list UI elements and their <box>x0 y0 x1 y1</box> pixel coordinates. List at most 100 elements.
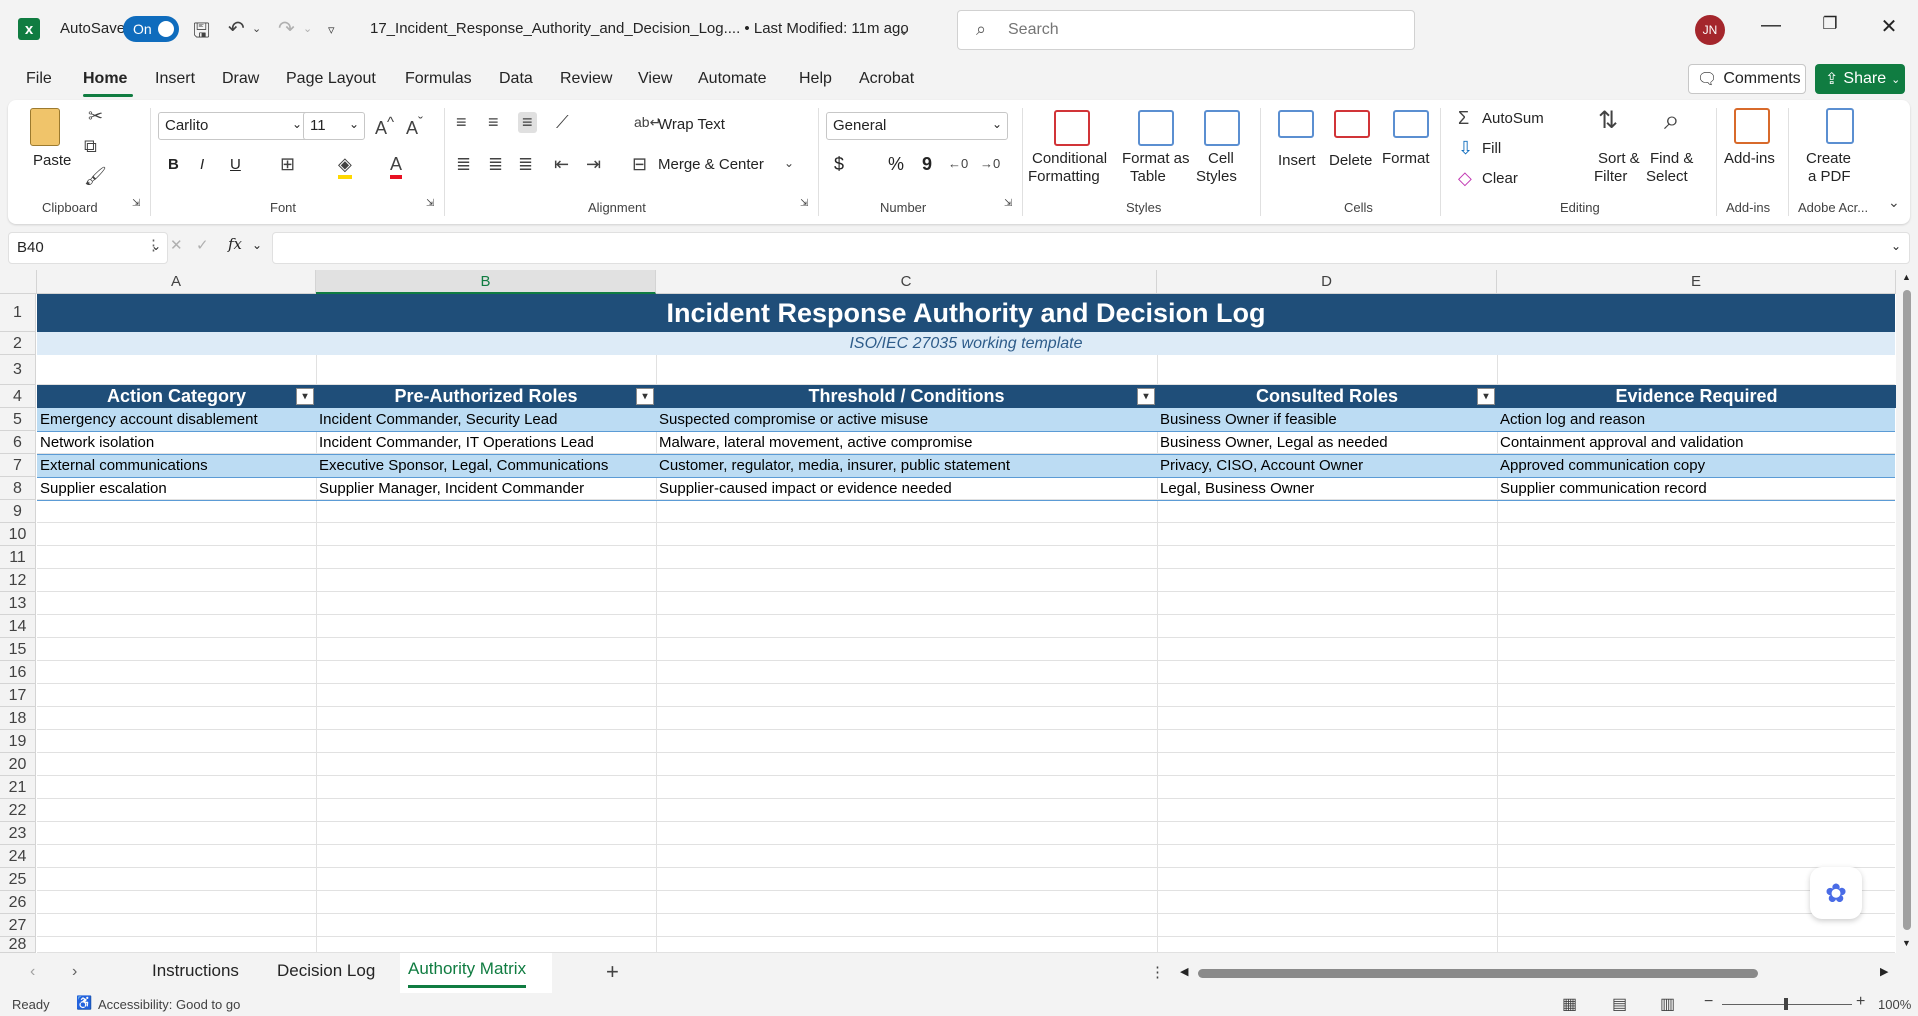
create-pdf-button[interactable]: Create <box>1806 150 1851 167</box>
row-header[interactable]: 7 <box>0 454 36 477</box>
bold-button[interactable]: B <box>168 156 179 173</box>
conditional-formatting-button[interactable]: Conditional <box>1032 150 1107 167</box>
tab-automate[interactable]: Automate <box>698 70 766 88</box>
restore-icon[interactable]: ❐ <box>1815 14 1845 34</box>
italic-button[interactable]: I <box>200 156 204 173</box>
column-header-d[interactable]: D <box>1157 270 1497 294</box>
row-header[interactable]: 11 <box>0 546 36 569</box>
formula-input[interactable]: ⌄ <box>272 232 1910 264</box>
header-cell[interactable]: Threshold / Conditions ▾ <box>656 385 1157 408</box>
table-cell[interactable]: Suspected compromise or active misuse <box>656 408 1157 431</box>
table-cell[interactable]: Network isolation <box>37 431 316 454</box>
row-header[interactable]: 22 <box>0 799 36 822</box>
underline-button[interactable]: U <box>230 156 241 173</box>
title-chevron-icon[interactable]: ⌄ <box>898 22 910 39</box>
zoom-slider-thumb[interactable] <box>1784 998 1788 1010</box>
redo-dropdown-icon[interactable]: ⌄ <box>303 22 312 35</box>
column-header-a[interactable]: A <box>37 270 316 294</box>
more-options-icon[interactable]: ⋮ <box>146 236 161 254</box>
row-header[interactable]: 3 <box>0 355 36 385</box>
sort-filter-button[interactable]: Sort & <box>1598 150 1640 167</box>
sheet-tab-decision-log[interactable]: Decision Log <box>277 961 375 981</box>
decrease-indent-icon[interactable]: ⇤ <box>554 154 569 175</box>
customize-toolbar-icon[interactable]: ▿ <box>328 22 335 38</box>
merge-center-button[interactable]: Merge & Center <box>658 156 764 173</box>
header-cell[interactable]: Consulted Roles ▾ <box>1157 385 1497 408</box>
undo-dropdown-icon[interactable]: ⌄ <box>252 22 261 35</box>
filter-dropdown-icon[interactable]: ▾ <box>1477 388 1495 405</box>
tab-file[interactable]: File <box>26 70 52 88</box>
decrease-font-icon[interactable]: Aˇ <box>406 114 423 139</box>
column-header-e[interactable]: E <box>1497 270 1896 294</box>
row-header[interactable]: 17 <box>0 684 36 707</box>
select-all-corner[interactable] <box>0 270 37 294</box>
table-cell[interactable]: Approved communication copy <box>1497 454 1896 477</box>
row-header[interactable]: 15 <box>0 638 36 661</box>
comma-button[interactable]: 9 <box>922 154 932 175</box>
autosum-button[interactable]: AutoSum <box>1482 110 1544 127</box>
wrap-text-button[interactable]: Wrap Text <box>658 116 725 133</box>
search-box[interactable]: ⌕ <box>957 10 1415 50</box>
more-options-icon[interactable]: ⋮ <box>1150 963 1165 981</box>
row-header[interactable]: 2 <box>0 332 36 355</box>
dialog-launcher-icon[interactable]: ⇲ <box>132 198 140 209</box>
orientation-icon[interactable]: ⟋ <box>556 112 569 133</box>
align-right-icon[interactable]: ≣ <box>518 154 533 175</box>
chevron-down-icon[interactable]: ⌄ <box>784 156 794 170</box>
header-cell[interactable]: Evidence Required <box>1497 385 1896 408</box>
row-header[interactable]: 20 <box>0 753 36 776</box>
sheet-subtitle[interactable]: ISO/IEC 27035 working template <box>37 332 1895 355</box>
scroll-down-icon[interactable]: ▼ <box>1902 938 1911 948</box>
delete-cells-button[interactable]: Delete <box>1329 152 1372 169</box>
close-icon[interactable]: ✕ <box>1874 14 1904 39</box>
table-cell[interactable]: Supplier communication record <box>1497 477 1896 500</box>
enter-icon[interactable]: ✓ <box>196 236 209 254</box>
row-header[interactable]: 28 <box>0 937 36 953</box>
row-header[interactable]: 10 <box>0 523 36 546</box>
row-header[interactable]: 21 <box>0 776 36 799</box>
align-middle-icon[interactable]: ≡ <box>488 112 499 133</box>
font-family-select[interactable]: Carlito ⌄ <box>158 112 308 140</box>
tab-view[interactable]: View <box>638 70 672 88</box>
row-header[interactable]: 27 <box>0 914 36 937</box>
expand-formula-icon[interactable]: ⌄ <box>1891 239 1901 253</box>
table-cell[interactable]: Malware, lateral movement, active compro… <box>656 431 1157 454</box>
currency-button[interactable]: $ <box>834 154 844 175</box>
increase-indent-icon[interactable]: ⇥ <box>586 154 601 175</box>
cell-styles-button[interactable]: Cell <box>1208 150 1234 167</box>
row-header[interactable]: 13 <box>0 592 36 615</box>
paste-button[interactable]: Paste <box>33 152 71 169</box>
add-ins-button[interactable]: Add-ins <box>1724 150 1775 167</box>
search-input[interactable] <box>1008 19 1388 41</box>
row-header[interactable]: 16 <box>0 661 36 684</box>
name-box[interactable]: B40 ⌄ <box>8 232 168 264</box>
table-cell[interactable]: Legal, Business Owner <box>1157 477 1497 500</box>
scroll-right-icon[interactable]: ▶ <box>1880 965 1888 978</box>
ribbon-collapse-icon[interactable]: ⌄ <box>1888 194 1900 211</box>
increase-decimal-icon[interactable]: ←0 <box>948 156 968 171</box>
sheet-tab-instructions[interactable]: Instructions <box>152 961 239 981</box>
autosave-toggle[interactable]: On <box>123 16 179 42</box>
copy-icon[interactable]: ⧉ <box>84 136 97 157</box>
copilot-icon[interactable]: ✿ <box>1810 867 1862 919</box>
row-header[interactable]: 1 <box>0 294 36 332</box>
table-cell[interactable]: Supplier-caused impact or evidence neede… <box>656 477 1157 500</box>
row-header[interactable]: 24 <box>0 845 36 868</box>
table-cell[interactable]: Action log and reason <box>1497 408 1896 431</box>
comments-button[interactable]: 🗨 Comments <box>1688 64 1806 94</box>
fill-color-icon[interactable]: ◈ <box>338 154 352 179</box>
table-cell[interactable]: Executive Sponsor, Legal, Communications <box>316 454 656 477</box>
tab-review[interactable]: Review <box>560 70 612 88</box>
row-header[interactable]: 14 <box>0 615 36 638</box>
tab-draw[interactable]: Draw <box>222 70 259 88</box>
table-cell[interactable]: Business Owner, Legal as needed <box>1157 431 1497 454</box>
column-header-c[interactable]: C <box>656 270 1157 294</box>
format-cells-button[interactable]: Format <box>1382 150 1430 167</box>
font-size-select[interactable]: 11 ⌄ <box>303 112 365 140</box>
align-bottom-icon[interactable]: ≡ <box>518 112 537 133</box>
format-as-table-button[interactable]: Format as <box>1122 150 1190 167</box>
header-cell[interactable]: Action Category ▾ <box>37 385 316 408</box>
undo-icon[interactable]: ↶ <box>228 16 245 41</box>
decrease-decimal-icon[interactable]: →0 <box>980 156 1000 171</box>
row-header[interactable]: 26 <box>0 891 36 914</box>
